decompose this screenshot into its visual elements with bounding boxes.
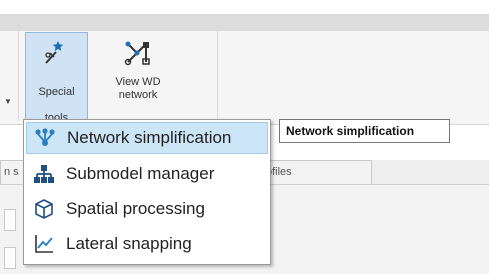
cube-icon xyxy=(32,197,56,221)
magic-wand-icon xyxy=(43,39,71,65)
view-wd-network-label: View WD network xyxy=(115,76,161,101)
tab-partial-left[interactable]: n s xyxy=(0,160,24,184)
left-control[interactable] xyxy=(4,247,16,269)
menu-item-label: Network simplification xyxy=(67,128,232,147)
special-tools-menu: Network simplification Submodel manager … xyxy=(23,119,271,265)
ribbon-separator xyxy=(217,31,218,121)
dropdown-caret-icon[interactable]: ▼ xyxy=(4,97,12,106)
menu-item-lateral-snapping[interactable]: Lateral snapping xyxy=(26,228,268,260)
special-tools-button[interactable]: Special tools ▾ xyxy=(25,32,88,136)
menu-item-label: Spatial processing xyxy=(66,199,205,218)
menu-item-submodel-manager[interactable]: Submodel manager xyxy=(26,158,268,190)
menu-item-label: Lateral snapping xyxy=(66,234,192,253)
menu-item-label: Submodel manager xyxy=(66,164,215,183)
tooltip: Network simplification xyxy=(279,119,450,143)
left-control[interactable] xyxy=(4,209,16,231)
hierarchy-icon xyxy=(32,162,56,186)
window-top xyxy=(0,0,489,14)
network-icon xyxy=(124,38,152,68)
chart-line-icon xyxy=(32,232,56,256)
menu-item-spatial-processing[interactable]: Spatial processing xyxy=(26,193,268,225)
menu-item-network-simplification[interactable]: Network simplification xyxy=(26,122,268,154)
ribbon-separator xyxy=(18,31,19,121)
network-simplification-icon xyxy=(33,126,57,150)
title-strip xyxy=(0,14,489,32)
special-tools-label-line1: Special xyxy=(38,86,75,98)
tab-profiles[interactable]: ofiles xyxy=(262,160,372,184)
view-wd-network-button[interactable]: View WD network xyxy=(102,32,174,120)
